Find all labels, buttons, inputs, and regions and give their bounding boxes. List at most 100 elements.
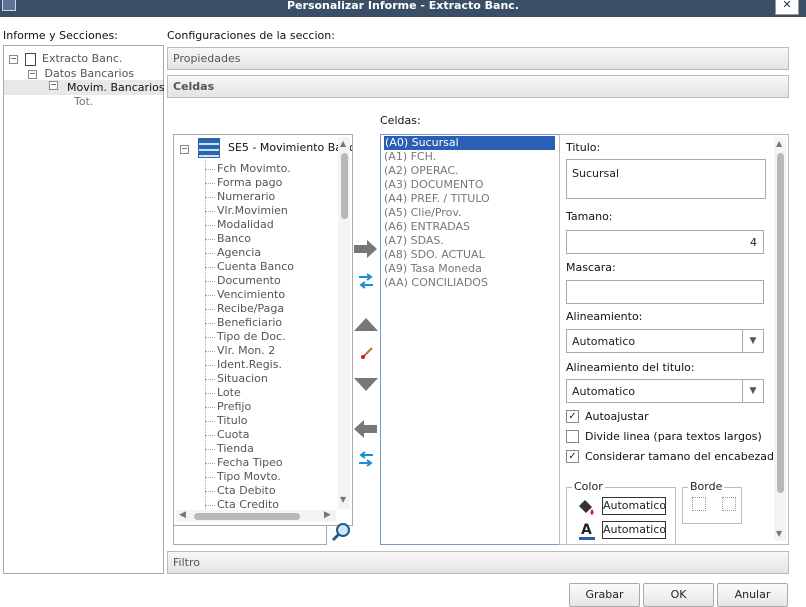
anular-button[interactable]: Anular (717, 583, 788, 607)
field-search-input[interactable] (173, 525, 327, 545)
tree-node-movim-bancarios[interactable]: − Movim. Bancarios (4, 80, 165, 95)
field-item[interactable]: Cta Debito (217, 484, 276, 497)
field-item[interactable]: Recibe/Paga (217, 302, 284, 315)
field-item[interactable]: Vencimiento (217, 288, 285, 301)
scroll-up-icon[interactable]: ▲ (340, 139, 346, 148)
field-item[interactable]: Forma pago (217, 176, 282, 189)
ok-button[interactable]: OK (643, 583, 714, 607)
border-group-title: Borde (688, 480, 725, 493)
field-item[interactable]: Vlr.Movimien (217, 204, 288, 217)
cell-item[interactable]: (A1) FCH. (384, 150, 436, 164)
magnifier-icon[interactable] (331, 522, 351, 542)
field-item[interactable]: Prefijo (217, 400, 251, 413)
close-button[interactable]: ✕ (775, 0, 799, 15)
field-item[interactable]: Documento (217, 274, 281, 287)
edit-cell-button[interactable] (359, 346, 375, 363)
cells-list[interactable]: (A0) Sucursal (A1) FCH. (A2) OPERAC. (A3) D… (380, 134, 560, 545)
field-item[interactable]: Situacion (217, 372, 268, 385)
collapse-icon[interactable]: − (180, 145, 189, 154)
scroll-left-icon[interactable]: ◀ (179, 510, 186, 520)
field-item[interactable]: Lote (217, 386, 241, 399)
chevron-down-icon[interactable]: ▼ (742, 330, 763, 352)
fill-color-button[interactable]: Automatico (602, 497, 666, 515)
scroll-thumb[interactable] (777, 153, 784, 493)
tree-connector (205, 505, 215, 506)
scroll-down-icon[interactable]: ▼ (776, 529, 782, 538)
scroll-down-icon[interactable]: ▼ (340, 495, 346, 504)
cell-item[interactable]: (A9) Tasa Moneda (384, 262, 482, 276)
border-none-icon[interactable] (722, 497, 736, 511)
move-down-button[interactable] (354, 378, 378, 395)
titulo-input[interactable]: Sucursal (566, 159, 766, 199)
fields-tree: − SE5 - Movimiento Banc Fch Movimto. Form… (173, 134, 353, 526)
add-all-button[interactable] (358, 273, 374, 292)
scroll-right-icon[interactable]: ▶ (324, 510, 331, 520)
collapse-icon[interactable]: − (49, 81, 58, 90)
cell-item[interactable]: (A3) DOCUMENTO (384, 178, 484, 192)
cell-item[interactable]: (A5) Clie/Prov. (384, 206, 461, 220)
alineamiento-select[interactable]: Automatico ▼ (566, 329, 764, 353)
tree-node-report[interactable]: − Extracto Banc. (9, 52, 122, 66)
field-item[interactable]: Tipo Movto. (217, 470, 281, 483)
add-field-button[interactable] (354, 240, 378, 261)
fields-hscrollbar[interactable]: ◀ ▶ (176, 510, 336, 522)
field-item[interactable]: Titulo (217, 414, 248, 427)
tamano-input[interactable]: 4 (566, 230, 764, 254)
considerar-checkbox[interactable]: ✓ (566, 450, 579, 463)
collapse-icon[interactable]: − (9, 54, 18, 64)
field-item[interactable]: Agencia (217, 246, 261, 259)
field-item[interactable]: Beneficiario (217, 316, 282, 329)
cell-item[interactable]: (A7) SDAS. (384, 234, 444, 248)
section-celdas[interactable]: Celdas (167, 75, 789, 98)
cell-item[interactable]: (A0) Sucursal (384, 136, 555, 150)
font-color-icon[interactable]: A (578, 521, 596, 540)
move-up-button[interactable] (354, 318, 378, 335)
cell-item[interactable]: (A8) SDO. ACTUAL (384, 248, 485, 262)
fill-color-icon[interactable] (576, 497, 596, 520)
field-item[interactable]: Numerario (217, 190, 275, 203)
autoajustar-checkbox[interactable]: ✓ (566, 410, 579, 423)
remove-all-button[interactable] (358, 451, 374, 470)
field-item[interactable]: Ident.Regis. (217, 358, 282, 371)
scroll-up-icon[interactable]: ▲ (776, 139, 782, 148)
collapse-icon[interactable]: − (28, 69, 37, 79)
grabar-button[interactable]: Grabar (569, 583, 640, 607)
tree-node-tot[interactable]: Tot. (74, 95, 93, 108)
brush-icon (361, 347, 373, 359)
tree-connector (205, 211, 215, 212)
mascara-input[interactable] (566, 280, 764, 304)
divide-linea-label: Divide linea (para textos largos) (585, 430, 762, 443)
cell-item[interactable]: (A6) ENTRADAS (384, 220, 470, 234)
font-color-button[interactable]: Automatico (602, 521, 666, 539)
alineamiento-titulo-select[interactable]: Automatico ▼ (566, 379, 764, 403)
field-item[interactable]: Cuota (217, 428, 249, 441)
chevron-down-icon[interactable]: ▼ (742, 380, 763, 402)
field-item[interactable]: Fecha Tipeo (217, 456, 283, 469)
cell-item[interactable]: (A4) PREF. / TITULO (384, 192, 490, 206)
tree-node-label: Movim. Bancarios (67, 81, 165, 94)
props-vscrollbar[interactable]: ▲ ▼ (774, 137, 786, 541)
scroll-thumb[interactable] (194, 513, 300, 520)
field-item[interactable]: Fch Movimto. (217, 162, 291, 175)
table-name: SE5 - Movimiento Banc (228, 141, 353, 154)
divide-linea-checkbox[interactable] (566, 430, 579, 443)
tree-connector (205, 157, 206, 511)
field-item[interactable]: Banco (217, 232, 251, 245)
section-propiedades[interactable]: Propiedades (167, 47, 789, 70)
field-item[interactable]: Tipo de Doc. (217, 330, 286, 343)
border-all-icon[interactable] (692, 497, 706, 511)
field-item[interactable]: Modalidad (217, 218, 274, 231)
section-filtro[interactable]: Filtro (167, 551, 789, 574)
scroll-thumb[interactable] (341, 153, 348, 219)
remove-field-button[interactable] (354, 420, 378, 441)
fields-vscrollbar[interactable]: ▲ ▼ (338, 137, 350, 509)
field-item[interactable]: Tienda (217, 442, 254, 455)
cell-item[interactable]: (A2) OPERAC. (384, 164, 459, 178)
tree-connector (205, 365, 215, 366)
sections-tree: − Extracto Banc. − Datos Bancarios − Mov… (3, 45, 165, 574)
field-item[interactable]: Vlr. Mon. 2 (217, 344, 275, 357)
triangle-down-icon (354, 378, 378, 391)
cell-item[interactable]: (AA) CONCILIADOS (384, 276, 488, 290)
field-item[interactable]: Cuenta Banco (217, 260, 294, 273)
tree-node-datos-bancarios[interactable]: − Datos Bancarios (28, 67, 134, 80)
